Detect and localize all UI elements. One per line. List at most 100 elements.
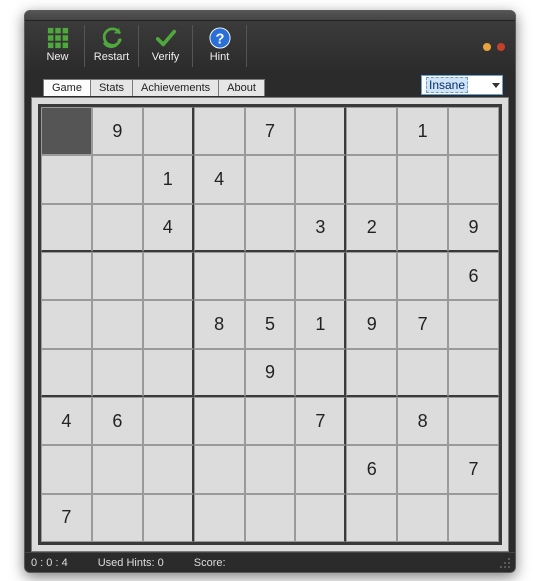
cell-3-6[interactable] — [346, 252, 397, 300]
cell-2-3[interactable] — [194, 204, 245, 252]
cell-5-4[interactable]: 9 — [245, 349, 296, 397]
cell-6-1[interactable]: 6 — [92, 397, 143, 445]
cell-7-5[interactable] — [295, 445, 346, 493]
cell-3-8[interactable]: 6 — [448, 252, 499, 300]
cell-1-8[interactable] — [448, 155, 499, 203]
tab-about[interactable]: About — [218, 79, 265, 96]
cell-0-3[interactable] — [194, 107, 245, 155]
cell-1-0[interactable] — [41, 155, 92, 203]
cell-8-0[interactable]: 7 — [41, 494, 92, 542]
cell-4-6[interactable]: 9 — [346, 300, 397, 348]
cell-8-7[interactable] — [397, 494, 448, 542]
cell-3-2[interactable] — [143, 252, 194, 300]
cell-3-5[interactable] — [295, 252, 346, 300]
app-window: New Restart Verify — [24, 10, 516, 573]
cell-1-2[interactable]: 1 — [143, 155, 194, 203]
cell-0-1[interactable]: 9 — [92, 107, 143, 155]
cell-8-8[interactable] — [448, 494, 499, 542]
status-hints: Used Hints: 0 — [98, 557, 164, 569]
cell-5-8[interactable] — [448, 349, 499, 397]
cell-5-7[interactable] — [397, 349, 448, 397]
restart-button[interactable]: Restart — [85, 25, 139, 67]
cell-8-4[interactable] — [245, 494, 296, 542]
cell-5-2[interactable] — [143, 349, 194, 397]
tab-game[interactable]: Game — [43, 79, 91, 96]
cell-7-7[interactable] — [397, 445, 448, 493]
cell-6-5[interactable]: 7 — [295, 397, 346, 445]
cell-4-5[interactable]: 1 — [295, 300, 346, 348]
cell-2-5[interactable]: 3 — [295, 204, 346, 252]
status-bar: 0 : 0 : 4 Used Hints: 0 Score: — [25, 552, 515, 572]
cell-3-3[interactable] — [194, 252, 245, 300]
cell-4-7[interactable]: 7 — [397, 300, 448, 348]
cell-1-7[interactable] — [397, 155, 448, 203]
cell-6-8[interactable] — [448, 397, 499, 445]
cell-6-2[interactable] — [143, 397, 194, 445]
cell-4-0[interactable] — [41, 300, 92, 348]
cell-2-7[interactable] — [397, 204, 448, 252]
close-dot-icon[interactable] — [497, 43, 505, 51]
cell-4-3[interactable]: 8 — [194, 300, 245, 348]
cell-3-0[interactable] — [41, 252, 92, 300]
cell-0-4[interactable]: 7 — [245, 107, 296, 155]
cell-0-2[interactable] — [143, 107, 194, 155]
tab-stats[interactable]: Stats — [90, 79, 133, 96]
cell-5-5[interactable] — [295, 349, 346, 397]
cell-3-7[interactable] — [397, 252, 448, 300]
cell-2-2[interactable]: 4 — [143, 204, 194, 252]
cell-0-5[interactable] — [295, 107, 346, 155]
cell-1-5[interactable] — [295, 155, 346, 203]
cell-1-6[interactable] — [346, 155, 397, 203]
cell-7-1[interactable] — [92, 445, 143, 493]
cell-7-2[interactable] — [143, 445, 194, 493]
cell-5-1[interactable] — [92, 349, 143, 397]
cell-5-3[interactable] — [194, 349, 245, 397]
cell-1-1[interactable] — [92, 155, 143, 203]
cell-4-1[interactable] — [92, 300, 143, 348]
cell-8-6[interactable] — [346, 494, 397, 542]
status-score: Score: — [194, 557, 226, 569]
difficulty-select[interactable]: Insane — [421, 75, 503, 95]
cell-0-0[interactable] — [41, 107, 92, 155]
cell-2-4[interactable] — [245, 204, 296, 252]
cell-6-3[interactable] — [194, 397, 245, 445]
cell-6-7[interactable]: 8 — [397, 397, 448, 445]
cell-8-5[interactable] — [295, 494, 346, 542]
cell-2-6[interactable]: 2 — [346, 204, 397, 252]
cell-6-6[interactable] — [346, 397, 397, 445]
cell-7-4[interactable] — [245, 445, 296, 493]
cell-6-4[interactable] — [245, 397, 296, 445]
cell-8-2[interactable] — [143, 494, 194, 542]
minimize-dot-icon[interactable] — [483, 43, 491, 51]
cell-0-8[interactable] — [448, 107, 499, 155]
new-label: New — [46, 51, 68, 63]
cell-4-4[interactable]: 5 — [245, 300, 296, 348]
cell-7-8[interactable]: 7 — [448, 445, 499, 493]
cell-0-7[interactable]: 1 — [397, 107, 448, 155]
cell-6-0[interactable]: 4 — [41, 397, 92, 445]
cell-7-6[interactable]: 6 — [346, 445, 397, 493]
cell-4-8[interactable] — [448, 300, 499, 348]
cell-1-3[interactable]: 4 — [194, 155, 245, 203]
cell-7-0[interactable] — [41, 445, 92, 493]
cell-1-4[interactable] — [245, 155, 296, 203]
cell-0-6[interactable] — [346, 107, 397, 155]
sudoku-board: 97114432968519794678677 — [38, 104, 502, 545]
cell-3-1[interactable] — [92, 252, 143, 300]
new-button[interactable]: New — [31, 25, 85, 67]
titlebar[interactable] — [25, 11, 515, 21]
resize-grip-icon[interactable] — [499, 557, 511, 569]
hint-button[interactable]: ? Hint — [193, 25, 247, 67]
cell-2-0[interactable] — [41, 204, 92, 252]
cell-2-1[interactable] — [92, 204, 143, 252]
cell-2-8[interactable]: 9 — [448, 204, 499, 252]
cell-8-3[interactable] — [194, 494, 245, 542]
cell-5-6[interactable] — [346, 349, 397, 397]
cell-7-3[interactable] — [194, 445, 245, 493]
cell-4-2[interactable] — [143, 300, 194, 348]
tab-achievements[interactable]: Achievements — [132, 79, 219, 96]
verify-button[interactable]: Verify — [139, 25, 193, 67]
cell-5-0[interactable] — [41, 349, 92, 397]
cell-8-1[interactable] — [92, 494, 143, 542]
cell-3-4[interactable] — [245, 252, 296, 300]
